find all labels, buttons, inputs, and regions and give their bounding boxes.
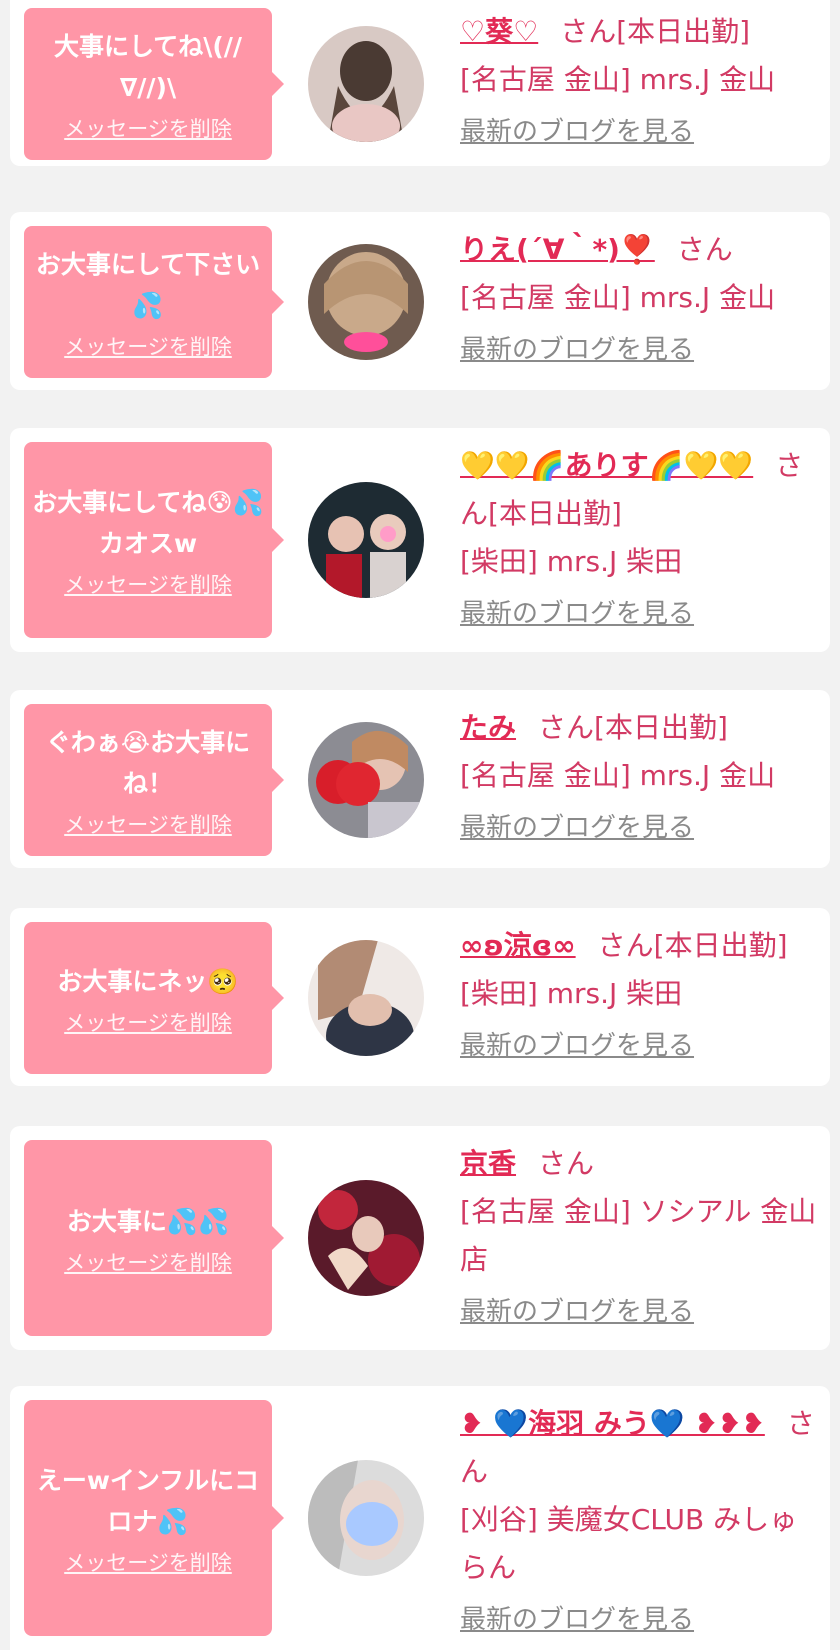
message-card: お大事にネッ🥺 メッセージを削除 ∞ʚ涼ɞ∞ さん[本日出勤] [柴田] mrs.… (10, 908, 830, 1086)
message-bubble: お大事にして下さい💦 メッセージを削除 (24, 226, 284, 378)
cast-info: りえ(´∀｀*)❣️ さん [名古屋 金山] mrs.J 金山 最新のブログを見る (460, 226, 820, 373)
blog-link[interactable]: 最新のブログを見る (460, 1600, 694, 1640)
shop-name: [柴田] mrs.J 柴田 (460, 545, 683, 578)
message-card: えーwインフルにコロナ💦 メッセージを削除 ❥ 💙海羽 みう💙 ❥❥❥ さん [刈… (10, 1386, 830, 1650)
message-bubble: お大事にネッ🥺 メッセージを削除 (24, 922, 284, 1074)
avatar[interactable] (308, 482, 424, 598)
message-bubble: 大事にしてね\(// ∇//)\ メッセージを削除 (24, 8, 284, 160)
avatar[interactable] (308, 1180, 424, 1296)
honorific: さん (538, 711, 595, 744)
shop-name: [名古屋 金山] mrs.J 金山 (460, 759, 776, 792)
honorific: さん (538, 1147, 595, 1180)
cast-info: 💛💛🌈ありす🌈💛💛 さん[本日出勤] [柴田] mrs.J 柴田 最新のブログを見… (460, 442, 820, 637)
cast-name-link[interactable]: ❥ 💙海羽 みう💙 ❥❥❥ (460, 1407, 765, 1440)
message-text: お大事にネッ🥺 (57, 966, 239, 996)
message-card: 大事にしてね\(// ∇//)\ メッセージを削除 ♡葵♡ さん[本日出勤] [名… (10, 0, 830, 166)
message-card: お大事に💦💦 メッセージを削除 京香 さん [名古屋 金山] ソシアル 金山店 最… (10, 1126, 830, 1350)
blog-link[interactable]: 最新のブログを見る (460, 594, 694, 634)
blog-link[interactable]: 最新のブログを見る (460, 1292, 694, 1332)
cast-info: ♡葵♡ さん[本日出勤] [名古屋 金山] mrs.J 金山 最新のブログを見る (460, 8, 820, 155)
message-card: お大事にしてね😰💦カオスw メッセージを削除 💛💛🌈ありす🌈💛💛 さん[本日出勤]… (10, 428, 830, 652)
cast-info: 京香 さん [名古屋 金山] ソシアル 金山店 最新のブログを見る (460, 1140, 820, 1335)
cast-info: ❥ 💙海羽 みう💙 ❥❥❥ さん [刈谷] 美魔女CLUB みしゅらん 最新のブロ… (460, 1400, 820, 1643)
shop-name: [柴田] mrs.J 柴田 (460, 977, 683, 1010)
cast-info: たみ さん[本日出勤] [名古屋 金山] mrs.J 金山 最新のブログを見る (460, 704, 820, 851)
message-card: お大事にして下さい💦 メッセージを削除 りえ(´∀｀*)❣️ さん [名古屋 金山… (10, 212, 830, 390)
cast-name-link[interactable]: ∞ʚ涼ɞ∞ (460, 929, 576, 962)
message-text: 大事にしてね\(// ∇//)\ (53, 32, 243, 102)
delete-message-link[interactable]: メッセージを削除 (64, 334, 232, 360)
delete-message-link[interactable]: メッセージを削除 (64, 1550, 232, 1576)
message-text: お大事に💦💦 (66, 1206, 230, 1236)
avatar[interactable] (308, 26, 424, 142)
message-text: お大事にして下さい💦 (35, 250, 261, 320)
cast-name-link[interactable]: りえ(´∀｀*)❣️ (460, 233, 655, 266)
delete-message-link[interactable]: メッセージを削除 (64, 812, 232, 838)
honorific: さん (560, 15, 617, 48)
delete-message-link[interactable]: メッセージを削除 (64, 1250, 232, 1276)
blog-link[interactable]: 最新のブログを見る (460, 330, 694, 370)
cast-name-link[interactable]: 💛💛🌈ありす🌈💛💛 (460, 449, 753, 482)
cast-name-link[interactable]: たみ (460, 711, 516, 744)
message-text: えーwインフルにコロナ💦 (36, 1466, 260, 1536)
message-text: ぐわぁ😭お大事にね！ (45, 728, 251, 798)
avatar[interactable] (308, 244, 424, 360)
cast-info: ∞ʚ涼ɞ∞ さん[本日出勤] [柴田] mrs.J 柴田 最新のブログを見る (460, 922, 820, 1069)
cast-name-link[interactable]: ♡葵♡ (460, 15, 538, 48)
shop-name: [名古屋 金山] mrs.J 金山 (460, 281, 776, 314)
message-bubble: ぐわぁ😭お大事にね！ メッセージを削除 (24, 704, 284, 856)
message-bubble: お大事に💦💦 メッセージを削除 (24, 1140, 284, 1336)
status-badge: [本日出勤] (653, 929, 788, 962)
blog-link[interactable]: 最新のブログを見る (460, 808, 694, 848)
status-badge: [本日出勤] (616, 15, 751, 48)
shop-name: [名古屋 金山] mrs.J 金山 (460, 63, 776, 96)
avatar[interactable] (308, 722, 424, 838)
message-card: ぐわぁ😭お大事にね！ メッセージを削除 たみ さん[本日出勤] [名古屋 金山] … (10, 690, 830, 868)
status-badge: [本日出勤] (594, 711, 728, 744)
delete-message-link[interactable]: メッセージを削除 (64, 572, 232, 598)
shop-name: [名古屋 金山] ソシアル 金山店 (460, 1195, 817, 1276)
honorific: さん (676, 233, 733, 266)
blog-link[interactable]: 最新のブログを見る (460, 1026, 694, 1066)
avatar[interactable] (308, 940, 424, 1056)
cast-name-link[interactable]: 京香 (460, 1147, 516, 1180)
delete-message-link[interactable]: メッセージを削除 (64, 1010, 232, 1036)
honorific: さん (597, 929, 654, 962)
shop-name: [刈谷] 美魔女CLUB みしゅらん (460, 1503, 798, 1584)
blog-link[interactable]: 最新のブログを見る (460, 112, 694, 152)
message-bubble: えーwインフルにコロナ💦 メッセージを削除 (24, 1400, 284, 1636)
message-text: お大事にしてね😰💦カオスw (32, 488, 264, 558)
avatar[interactable] (308, 1460, 424, 1576)
delete-message-link[interactable]: メッセージを削除 (64, 116, 232, 142)
status-badge: [本日出勤] (488, 497, 622, 530)
message-bubble: お大事にしてね😰💦カオスw メッセージを削除 (24, 442, 284, 638)
